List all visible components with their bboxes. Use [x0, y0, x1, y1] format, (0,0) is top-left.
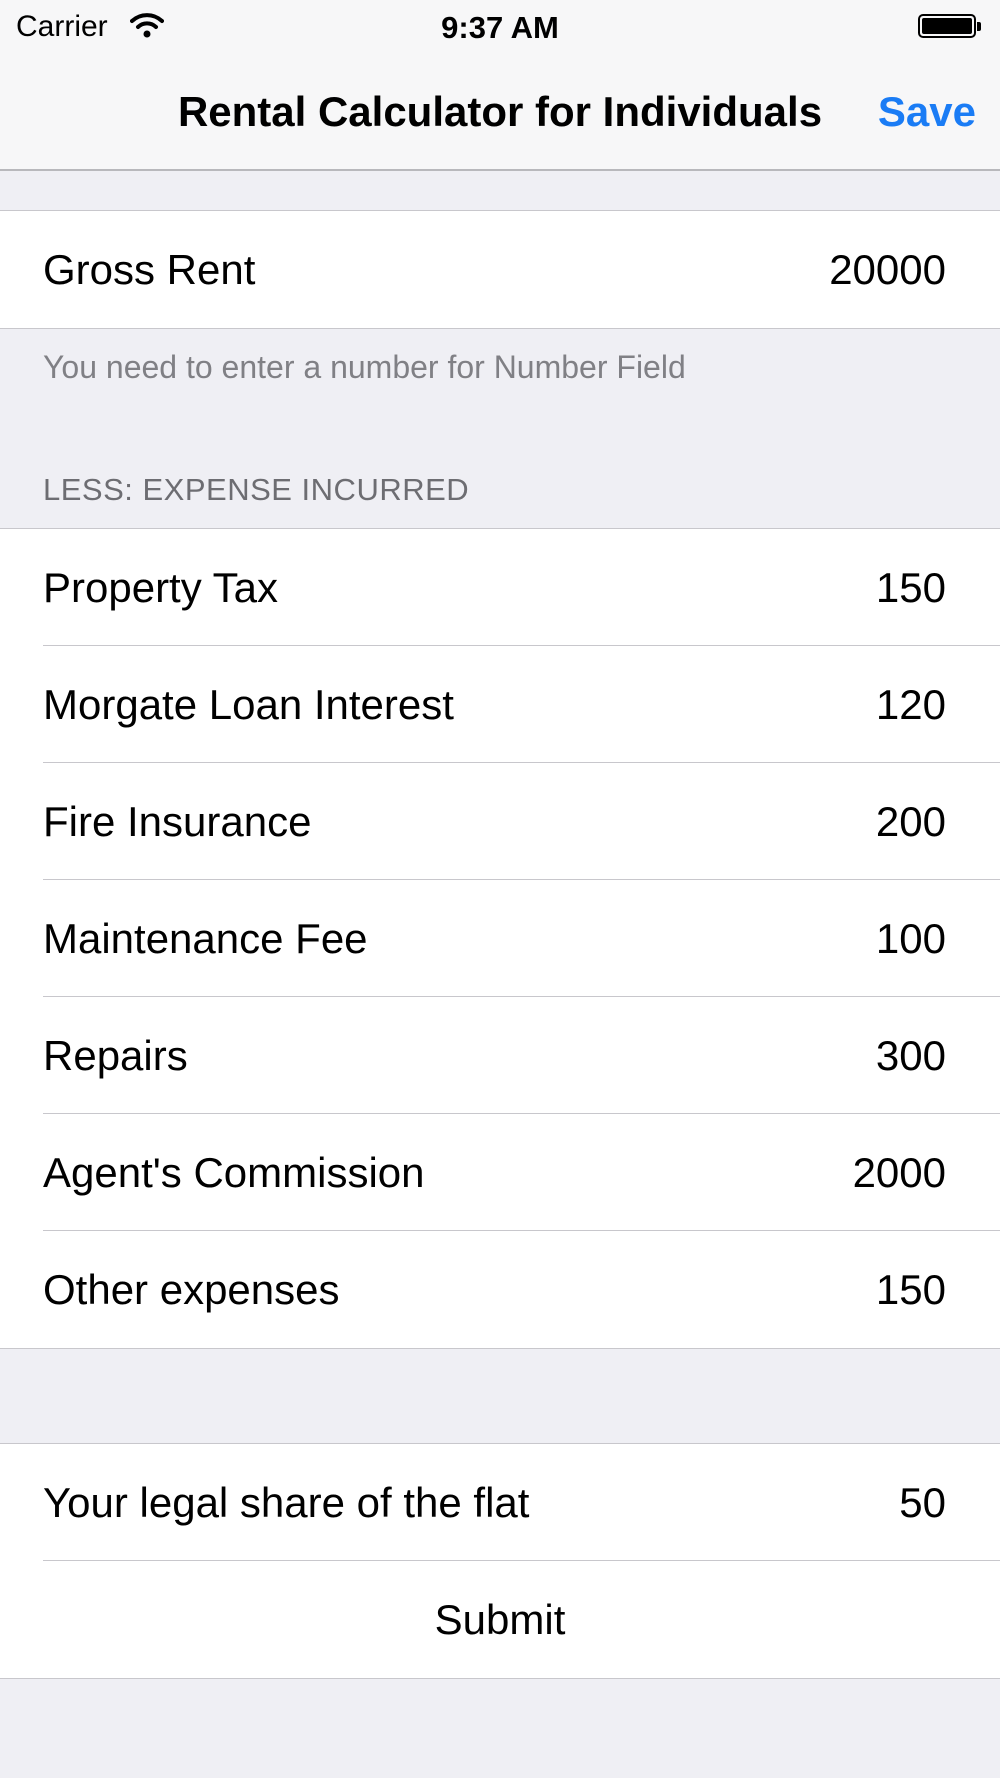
validation-message: You need to enter a number for Number Fi…: [43, 349, 686, 385]
submit-button[interactable]: Submit: [0, 1561, 1000, 1678]
legal-share-row[interactable]: Your legal share of the flat 50: [0, 1444, 1000, 1561]
expense-field[interactable]: 150: [876, 1231, 946, 1348]
expense-row-maintenance-fee[interactable]: Maintenance Fee 100: [0, 880, 1000, 997]
status-time: 9:37 AM: [441, 10, 559, 45]
legal-share-label: Your legal share of the flat: [43, 1479, 530, 1526]
expenses-section: Property Tax 150 Morgate Loan Interest 1…: [0, 528, 1000, 1349]
expense-field[interactable]: 200: [876, 763, 946, 880]
save-button[interactable]: Save: [878, 86, 976, 138]
expense-row-fire-insurance[interactable]: Fire Insurance 200: [0, 763, 1000, 880]
expense-field[interactable]: 100: [876, 880, 946, 997]
gross-rent-label: Gross Rent: [43, 246, 256, 293]
expense-label: Fire Insurance: [43, 798, 312, 845]
navigation-header: Carrier 9:37 AM Rental Calculator for In…: [0, 0, 1000, 171]
expense-row-property-tax[interactable]: Property Tax 150: [0, 529, 1000, 646]
battery-icon: [918, 14, 981, 40]
page-title: Rental Calculator for Individuals: [177, 88, 823, 135]
legal-share-field[interactable]: 50: [899, 1444, 946, 1561]
expense-row-agent-commission[interactable]: Agent's Commission 2000: [0, 1114, 1000, 1231]
expense-field[interactable]: 300: [876, 997, 946, 1114]
submit-row[interactable]: Submit: [0, 1561, 1000, 1678]
gross-rent-row[interactable]: Gross Rent 20000: [0, 211, 1000, 328]
expense-label: Agent's Commission: [43, 1149, 425, 1196]
expense-label: Morgate Loan Interest: [43, 681, 454, 728]
expense-row-other-expenses[interactable]: Other expenses 150: [0, 1231, 1000, 1348]
expense-row-loan-interest[interactable]: Morgate Loan Interest 120: [0, 646, 1000, 763]
status-bar: Carrier 9:37 AM: [0, 0, 1000, 55]
expense-field[interactable]: 150: [876, 529, 946, 646]
expense-field[interactable]: 2000: [853, 1114, 946, 1231]
gross-rent-section: Gross Rent 20000: [0, 210, 1000, 329]
expenses-section-header: LESS: EXPENSE INCURRED: [43, 472, 470, 507]
share-section: Your legal share of the flat 50 Submit: [0, 1443, 1000, 1679]
expense-label: Property Tax: [43, 564, 278, 611]
expense-label: Other expenses: [43, 1266, 340, 1313]
expense-field[interactable]: 120: [876, 646, 946, 763]
expense-label: Maintenance Fee: [43, 915, 368, 962]
expense-label: Repairs: [43, 1032, 188, 1079]
gross-rent-field[interactable]: 20000: [829, 211, 946, 328]
expense-row-repairs[interactable]: Repairs 300: [0, 997, 1000, 1114]
